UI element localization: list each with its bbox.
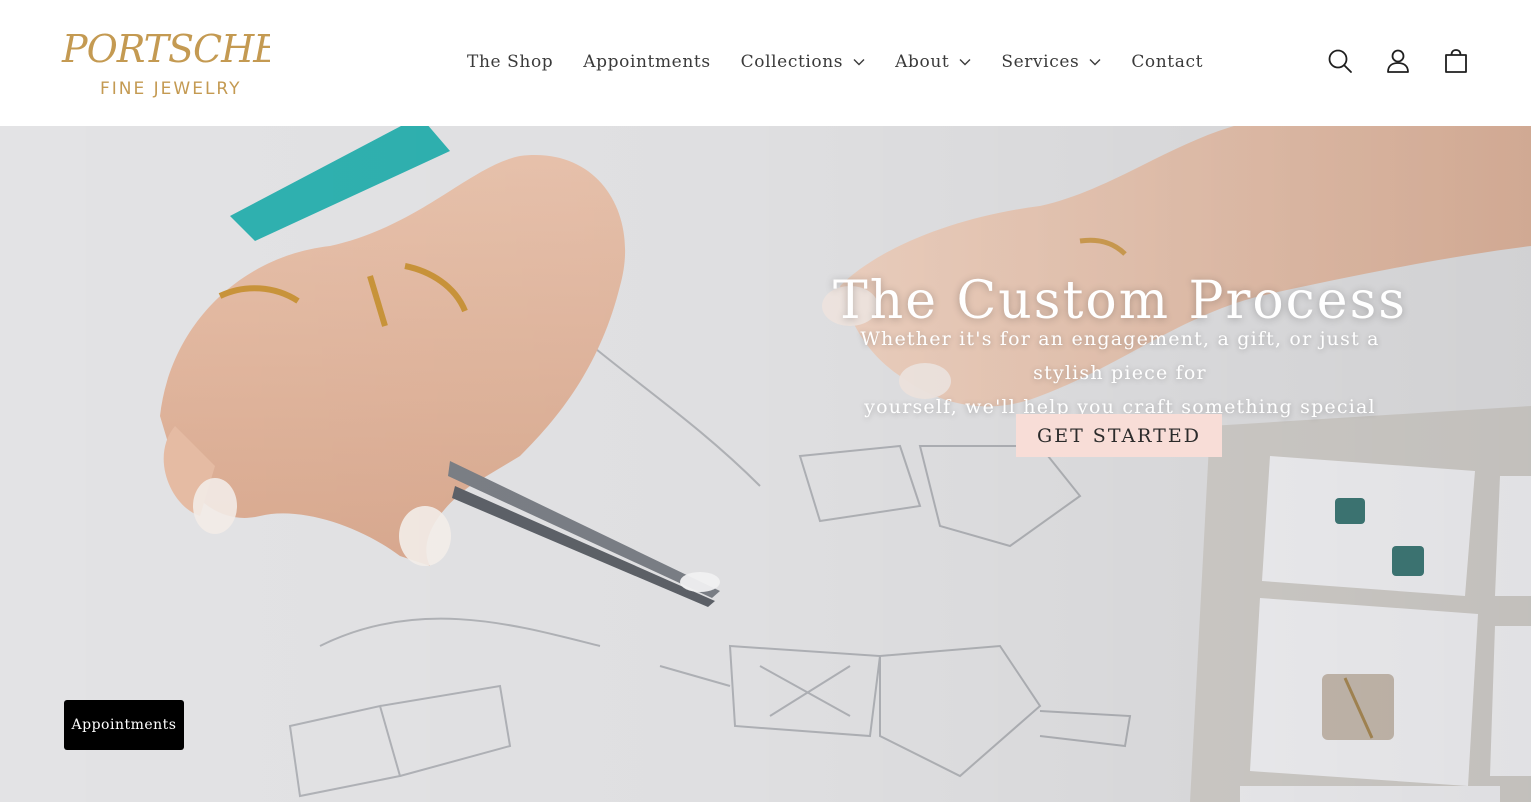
logo-mark: PORTSCHE'S FINE JEWELRY [61,27,270,99]
search-icon [1328,49,1352,73]
brand-logo[interactable]: PORTSCHE'S FINE JEWELRY [60,18,270,100]
nav-item-label: Services [1001,52,1080,72]
main-nav: The Shop Appointments Collections About … [452,44,1218,80]
account-button[interactable] [1381,44,1415,78]
chevron-down-icon [1089,59,1101,66]
svg-text:FINE JEWELRY: FINE JEWELRY [100,79,242,99]
site-header: PORTSCHE'S FINE JEWELRY The Shop Appoint… [0,0,1531,126]
nav-item-services[interactable]: Services [986,52,1116,72]
chevron-down-icon [959,59,971,66]
hero-overlay [0,126,1531,802]
svg-text:PORTSCHE'S: PORTSCHE'S [61,27,270,71]
nav-item-contact[interactable]: Contact [1116,52,1218,72]
nav-item-label: The Shop [467,52,554,72]
nav-item-the-shop[interactable]: The Shop [452,52,568,72]
nav-item-label: Appointments [583,52,711,72]
cart-icon [1445,49,1467,73]
nav-item-label: Collections [740,52,844,72]
nav-item-label: Contact [1131,52,1204,72]
nav-item-appointments[interactable]: Appointments [568,52,725,72]
nav-item-collections[interactable]: Collections [726,52,880,72]
search-button[interactable] [1323,44,1357,78]
nav-item-about[interactable]: About [880,52,986,72]
account-icon [1387,49,1409,73]
hero-subtitle: Whether it's for an engagement, a gift, … [830,322,1410,424]
nav-item-label: About [895,52,950,72]
appointments-floating-button[interactable]: Appointments [64,700,184,750]
hero-subtitle-line: Whether it's for an engagement, a gift, … [860,328,1380,384]
chevron-down-icon [853,59,865,66]
header-actions [1323,44,1473,78]
cart-button[interactable] [1439,44,1473,78]
hero-banner: The Custom Process Whether it's for an e… [0,126,1531,802]
get-started-button[interactable]: GET STARTED [1016,414,1222,457]
